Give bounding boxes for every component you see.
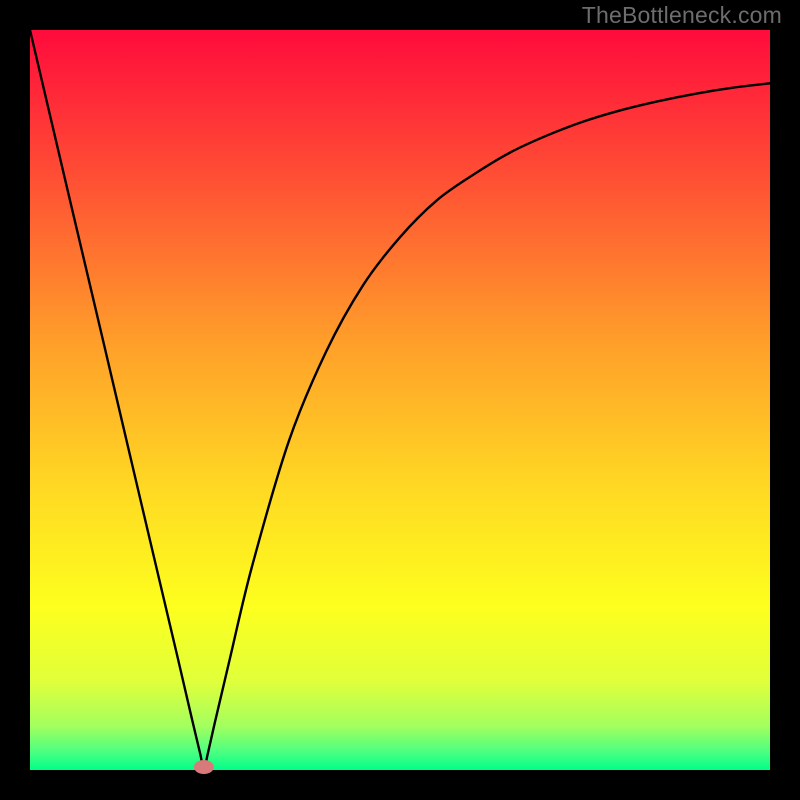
minimum-marker	[194, 760, 214, 774]
chart-svg	[0, 0, 800, 800]
plot-background	[30, 30, 770, 770]
chart-container: TheBottleneck.com	[0, 0, 800, 800]
watermark-text: TheBottleneck.com	[582, 2, 782, 29]
